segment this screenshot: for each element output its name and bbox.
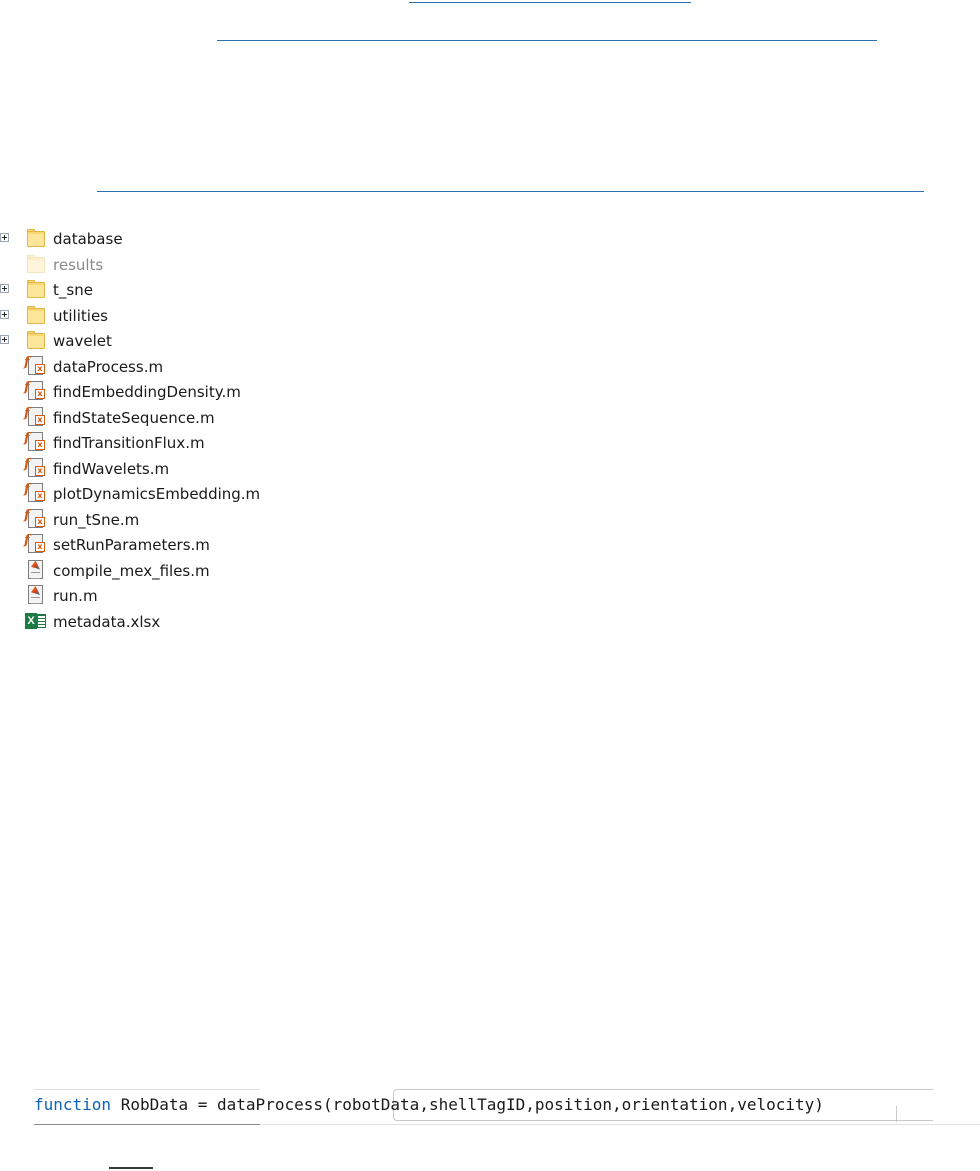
hyperlink-underline[interactable]	[97, 191, 924, 192]
tree-item[interactable]: f x findTransitionFlux.m	[0, 431, 520, 457]
matlab-function-icon: fx	[24, 406, 48, 430]
keyword-function: function	[34, 1095, 112, 1114]
tree-item-label: utilities	[53, 306, 108, 325]
hyperlink-underline[interactable]	[217, 40, 877, 41]
matlab-script-icon	[24, 584, 48, 608]
tree-item[interactable]: f x dataProcess.m	[0, 355, 520, 381]
underline-mark	[109, 1167, 153, 1169]
matlab-function-icon: fx	[24, 533, 48, 557]
folder-icon	[24, 304, 48, 328]
matlab-function-icon: fx	[24, 508, 48, 532]
tree-item-label: metadata.xlsx	[53, 612, 161, 631]
tree-item-label: findEmbeddingDensity.m	[53, 383, 241, 401]
matlab-function-icon: fx	[24, 431, 48, 455]
tree-item[interactable]: utilities	[0, 304, 520, 330]
expand-icon[interactable]	[0, 233, 9, 242]
tree-item-label: run_tSne.m	[53, 510, 140, 529]
tree-item-label: wavelet	[53, 332, 112, 350]
file-tree: database results t_sne utilities wavelet f x da…	[0, 227, 520, 635]
excel-file-icon: X	[24, 610, 48, 634]
tree-item-label: plotDynamicsEmbedding.m	[53, 485, 261, 503]
expand-icon[interactable]	[0, 309, 9, 319]
folder-icon	[24, 227, 48, 251]
tree-item-label: run.m	[53, 587, 98, 605]
tree-item[interactable]: Xmetadata.xlsx	[0, 610, 520, 636]
tree-item[interactable]: f x run_tSne.m	[0, 508, 520, 534]
tree-item-label: dataProcess.m	[53, 357, 164, 376]
expand-icon[interactable]	[0, 335, 9, 344]
tree-item[interactable]: t_sne	[0, 278, 520, 304]
hyperlink-underline[interactable]	[409, 2, 691, 3]
tree-item[interactable]: run.m	[0, 584, 520, 610]
folder-icon	[24, 278, 48, 302]
tree-item-label: findTransitionFlux.m	[53, 434, 205, 452]
tree-item-label: findStateSequence.m	[53, 408, 215, 427]
text-cursor	[896, 1106, 897, 1122]
matlab-function-icon: fx	[24, 457, 48, 481]
tree-item-label: compile_mex_files.m	[53, 561, 210, 580]
function-signature: RobData = dataProcess(robotData,shellTag…	[111, 1095, 824, 1114]
tree-item[interactable]: wavelet	[0, 329, 520, 355]
folder-icon	[24, 329, 48, 353]
expand-icon[interactable]	[0, 284, 9, 293]
tree-item[interactable]: results	[0, 253, 520, 279]
tree-item[interactable]: f x findEmbeddingDensity.m	[0, 380, 520, 406]
tree-item[interactable]: f x findWavelets.m	[0, 457, 520, 483]
tree-item-label: setRunParameters.m	[53, 536, 210, 554]
tree-item[interactable]: f x plotDynamicsEmbedding.m	[0, 482, 520, 508]
tree-item[interactable]: f x setRunParameters.m	[0, 533, 520, 559]
tree-item[interactable]: f x findStateSequence.m	[0, 406, 520, 432]
code-underline	[34, 1124, 980, 1125]
tree-item-label: database	[53, 230, 123, 248]
matlab-function-icon: fx	[24, 355, 48, 379]
tree-item-label: findWavelets.m	[53, 459, 170, 478]
tree-item[interactable]: database	[0, 227, 520, 253]
tree-item-label: results	[53, 255, 104, 274]
tree-item-label: t_sne	[53, 281, 93, 299]
code-line[interactable]: function RobData = dataProcess(robotData…	[34, 1087, 980, 1123]
folder-icon	[24, 253, 48, 277]
tree-item[interactable]: compile_mex_files.m	[0, 559, 520, 585]
matlab-function-icon: fx	[24, 482, 48, 506]
matlab-script-icon	[24, 559, 48, 583]
matlab-function-icon: fx	[24, 380, 48, 404]
